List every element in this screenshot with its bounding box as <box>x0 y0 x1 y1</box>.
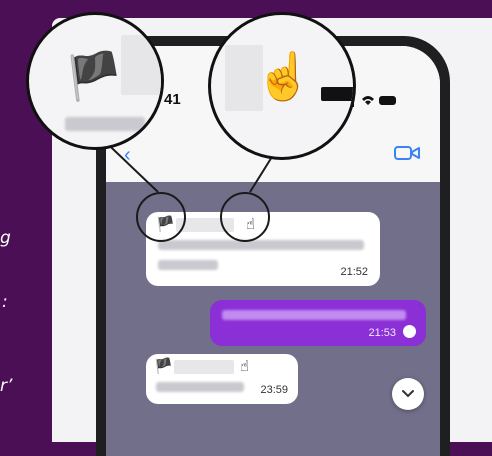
pointing-up-icon: ☝ <box>240 358 250 375</box>
message-time: 21:53 <box>368 327 396 339</box>
black-flag-icon: 🏴 <box>154 358 173 375</box>
message-time: 21:52 <box>340 266 368 278</box>
magnifier-flag: 🏴 <box>26 12 164 150</box>
redacted-text <box>158 240 364 250</box>
message-bubble-outgoing[interactable]: 21:53 <box>210 300 426 346</box>
side-text-1: g <box>0 228 11 248</box>
message-bubble-incoming[interactable]: 🏴 ☝ 23:59 <box>146 354 298 404</box>
video-call-icon[interactable] <box>394 144 420 162</box>
highlight-circle-point <box>220 192 270 242</box>
magnifier-point: ☝️ <box>208 12 356 160</box>
status-time: 41 <box>164 91 181 108</box>
pointing-up-emoji-icon: ☝️ <box>255 50 313 102</box>
redacted-name <box>174 360 234 374</box>
redacted-text <box>158 260 218 270</box>
message-time: 23:59 <box>260 384 288 396</box>
side-text-2: : <box>2 292 8 312</box>
black-flag-emoji-icon: 🏴 <box>65 50 123 102</box>
read-check-icon <box>403 325 416 338</box>
redacted-text <box>222 310 406 320</box>
side-text-3: r’ <box>0 376 13 396</box>
redacted-text <box>156 382 244 392</box>
chevron-down-icon <box>402 390 414 398</box>
redacted-name <box>121 35 161 95</box>
status-icons-zoomed <box>321 87 353 101</box>
highlight-circle-flag <box>136 192 186 242</box>
back-chevron-icon[interactable]: ‹ <box>124 144 131 167</box>
scroll-down-button[interactable] <box>392 378 424 410</box>
redacted-text <box>65 117 145 131</box>
